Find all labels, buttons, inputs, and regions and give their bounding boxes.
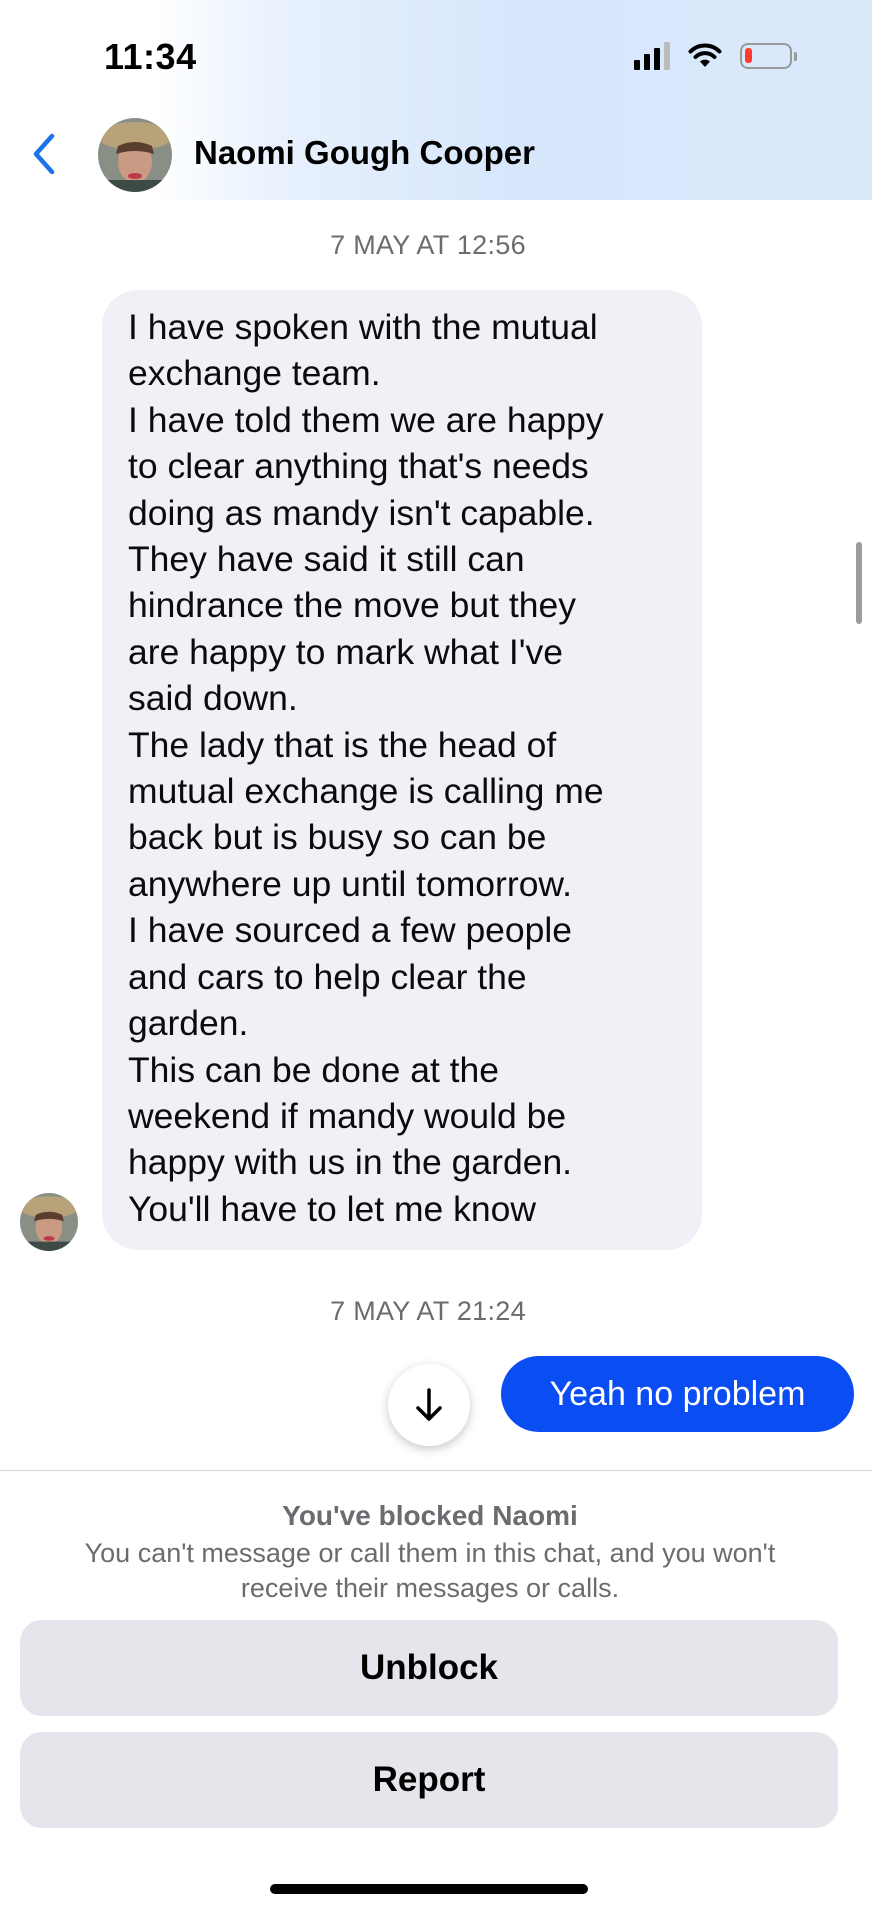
battery-level (745, 48, 752, 63)
message-line: This can be done at the (128, 1049, 500, 1090)
battery-icon (740, 43, 797, 69)
message-line: to clear anything that's needs (128, 446, 589, 487)
incoming-message-bubble[interactable]: I have spoken with the mutual exchange t… (102, 290, 702, 1250)
avatar-photo (20, 1193, 78, 1251)
report-button[interactable]: Report (20, 1732, 838, 1828)
status-time: 11:34 (104, 36, 197, 77)
contact-avatar[interactable] (98, 118, 172, 192)
message-line: happy with us in the garden. (128, 1142, 573, 1183)
avatar-photo (98, 118, 172, 192)
message-timestamp: 7 MAY AT 21:24 (330, 1296, 526, 1326)
message-line: weekend if mandy would be (128, 1095, 567, 1136)
message-line: The lady that is the head of (128, 724, 557, 765)
back-button[interactable] (22, 124, 66, 184)
scroll-indicator[interactable] (856, 542, 862, 624)
arrow-down-icon (416, 1388, 442, 1421)
message-line: They have said it still can (128, 539, 525, 580)
blocked-notice-title: You've blocked Naomi (282, 1500, 578, 1531)
status-icons (634, 42, 797, 70)
scroll-to-bottom-button[interactable] (388, 1364, 470, 1446)
message-line: are happy to mark what I've (128, 631, 563, 672)
message-line: said down. (128, 678, 298, 719)
message-line: hindrance the move but they (128, 585, 576, 626)
message-line: I have told them we are happy (128, 399, 604, 440)
message-line: and cars to help clear the (128, 956, 527, 997)
message-line: mutual exchange is calling me (128, 771, 604, 812)
message-line: exchange team. (128, 353, 381, 394)
message-line: I have spoken with the mutual (128, 307, 598, 347)
blocked-notice-text: You can't message or call them in this c… (84, 1538, 776, 1603)
unblock-button[interactable]: Unblock (20, 1620, 838, 1716)
message-line: You'll have to let me know (128, 1188, 537, 1229)
chevron-left-icon (33, 133, 55, 175)
wifi-icon (688, 43, 722, 67)
home-indicator[interactable] (270, 1884, 588, 1894)
cellular-signal-icon (634, 42, 670, 70)
message-line: back but is busy so can be (128, 817, 547, 858)
message-line: doing as mandy isn't capable. (128, 492, 595, 533)
contact-name[interactable]: Naomi Gough Cooper (194, 134, 535, 172)
message-line: anywhere up until tomorrow. (128, 863, 572, 904)
message-line: I have sourced a few people (128, 910, 573, 951)
outgoing-message-bubble[interactable]: Yeah no problem (501, 1356, 854, 1432)
sender-avatar[interactable] (20, 1193, 78, 1251)
message-timestamp: 7 MAY AT 12:56 (330, 230, 526, 260)
divider (0, 1470, 872, 1471)
messenger-chat-screen: 11:34 Naomi Gough Cooper 7 MAY AT 12:56 … (0, 0, 872, 1914)
message-line: garden. (128, 1003, 249, 1044)
